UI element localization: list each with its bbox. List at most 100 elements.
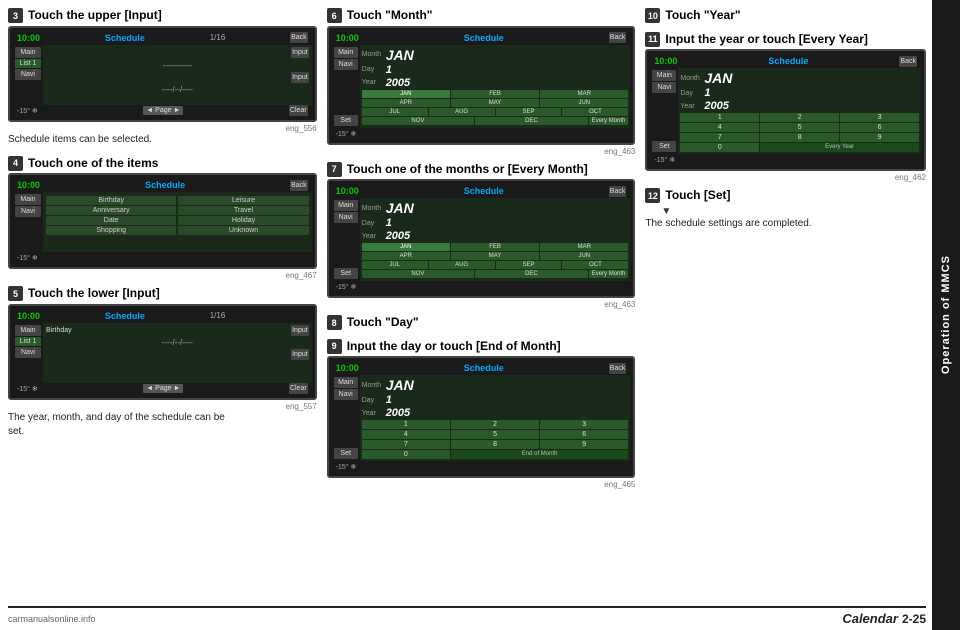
step-11-num-1[interactable]: 1 — [680, 113, 759, 122]
step-4-item-anniversary[interactable]: Anniversary — [46, 206, 176, 215]
step-3-navi-btn[interactable]: Navi — [15, 69, 41, 80]
step-6-screen: 10:00 Schedule Back Main Navi Set — [327, 26, 636, 145]
step-4-item-leisure[interactable]: Leisure — [178, 196, 308, 205]
step-11-num-0[interactable]: 0 — [680, 143, 759, 152]
step-9-num-8[interactable]: 8 — [451, 440, 539, 449]
step-4-item-date[interactable]: Date — [46, 216, 176, 225]
step-6-back-btn[interactable]: Back — [609, 32, 627, 43]
step-11-back-btn[interactable]: Back — [899, 56, 917, 67]
step-6-sep-btn[interactable]: SEP — [496, 108, 562, 116]
step-7-sep-btn[interactable]: SEP — [496, 261, 562, 269]
step-11-main-btn[interactable]: Main — [652, 70, 676, 81]
step-11-num-7[interactable]: 7 — [680, 133, 759, 142]
step-11-every-year-btn[interactable]: Every Year — [760, 143, 919, 152]
step-9-main-btn[interactable]: Main — [334, 377, 358, 388]
step-9-cal-sidebar: Main Navi Set — [332, 375, 360, 461]
step-6-jun-btn[interactable]: JUN — [540, 99, 628, 107]
step-11-num-6[interactable]: 6 — [840, 123, 919, 132]
step-9-num-6[interactable]: 6 — [540, 430, 628, 439]
step-7-jan-btn[interactable]: JAN — [362, 243, 450, 251]
step-6-feb-btn[interactable]: FEB — [451, 90, 539, 98]
step-11-num-8[interactable]: 8 — [760, 133, 839, 142]
step-9-num-5[interactable]: 5 — [451, 430, 539, 439]
step-11-num-5[interactable]: 5 — [760, 123, 839, 132]
step-4-item-travel[interactable]: Travel — [178, 206, 308, 215]
step-6-oct-btn[interactable]: OCT — [562, 108, 628, 116]
step-7-feb-btn[interactable]: FEB — [451, 243, 539, 251]
step-11-num-4[interactable]: 4 — [680, 123, 759, 132]
step-7-aug-btn[interactable]: AUG — [429, 261, 495, 269]
step-3-input1-btn[interactable]: Input — [291, 47, 309, 58]
step-7-set-btn[interactable]: Set — [334, 268, 358, 279]
step-9-num-0[interactable]: 0 — [362, 450, 450, 459]
step-6-day-value[interactable]: 1 — [386, 64, 400, 76]
step-6-year-value[interactable]: 2005 — [386, 77, 410, 89]
step-5-navi-btn[interactable]: Navi — [15, 347, 41, 358]
step-3-input2-btn[interactable]: Input — [291, 72, 309, 83]
step-9-num-7[interactable]: 7 — [362, 440, 450, 449]
step-7-oct-btn[interactable]: OCT — [562, 261, 628, 269]
step-11-num-2[interactable]: 2 — [760, 113, 839, 122]
step-6-apr-btn[interactable]: APR — [362, 99, 450, 107]
step-7-may-btn[interactable]: MAY — [451, 252, 539, 260]
step-7-dec-btn[interactable]: DEC — [475, 270, 588, 278]
step-4-item-birthday[interactable]: Birthday — [46, 196, 176, 205]
step-4-navi-btn[interactable]: Navi — [15, 206, 41, 217]
step-7-year-value[interactable]: 2005 — [386, 230, 410, 242]
step-4-main-btn[interactable]: Main — [15, 194, 41, 205]
step-3-main-btn[interactable]: Main — [15, 47, 41, 58]
step-6-dec-btn[interactable]: DEC — [475, 117, 588, 125]
step-7-month-value[interactable]: JAN — [386, 200, 414, 216]
step-11-year-value[interactable]: 2005 — [704, 100, 728, 112]
step-5-clear-btn[interactable]: Clear — [289, 383, 308, 394]
step-7-navi-btn[interactable]: Navi — [334, 212, 358, 223]
step-5-nav-btn[interactable]: ◄ Page ► — [143, 384, 183, 393]
step-9-navi-btn[interactable]: Navi — [334, 389, 358, 400]
step-3-back-btn[interactable]: Back — [290, 32, 308, 43]
step-4-back-btn[interactable]: Back — [290, 180, 308, 191]
step-6-nov-btn[interactable]: NOV — [362, 117, 475, 125]
step-11-num-9[interactable]: 9 — [840, 133, 919, 142]
step-6-jul-btn[interactable]: JUL — [362, 108, 428, 116]
step-5-input2-btn[interactable]: Input — [291, 349, 309, 360]
step-3-nav-btn[interactable]: ◄ Page ► — [143, 106, 183, 115]
step-4-item-shopping[interactable]: Shopping — [46, 226, 176, 235]
step-6-month-value[interactable]: JAN — [386, 47, 414, 63]
step-9-num-1[interactable]: 1 — [362, 420, 450, 429]
step-6-may-btn[interactable]: MAY — [451, 99, 539, 107]
step-9-end-of-month-btn[interactable]: End of Month — [451, 450, 628, 459]
step-7-every-month-btn[interactable]: Every Month — [589, 270, 629, 278]
step-9-num-2[interactable]: 2 — [451, 420, 539, 429]
step-6-navi-btn[interactable]: Navi — [334, 59, 358, 70]
step-6-aug-btn[interactable]: AUG — [429, 108, 495, 116]
step-7-nov-btn[interactable]: NOV — [362, 270, 475, 278]
step-6-main-btn[interactable]: Main — [334, 47, 358, 58]
step-5-body: Main List 1 Navi Birthday Input ----/--/… — [13, 323, 312, 383]
step-9-back-btn[interactable]: Back — [609, 363, 627, 374]
step-5-main-btn[interactable]: Main — [15, 325, 41, 336]
step-11-set-btn[interactable]: Set — [652, 141, 676, 152]
step-7-back-btn[interactable]: Back — [609, 186, 627, 197]
step-5-title: Touch the lower [Input] — [28, 286, 160, 302]
step-11-navi-btn[interactable]: Navi — [652, 82, 676, 93]
step-6-every-month-btn[interactable]: Every Month — [589, 117, 629, 125]
step-6-mar-btn[interactable]: MAR — [540, 90, 628, 98]
step-6-set-btn[interactable]: Set — [334, 115, 358, 126]
step-3-clear-btn[interactable]: Clear — [289, 105, 308, 116]
step-9-num-4[interactable]: 4 — [362, 430, 450, 439]
step-7-main-btn[interactable]: Main — [334, 200, 358, 211]
step-4-item-holiday[interactable]: Holiday — [178, 216, 308, 225]
step-9-day-value[interactable]: 1 — [386, 394, 400, 406]
step-6-jan-btn[interactable]: JAN — [362, 90, 450, 98]
step-5-input1-btn[interactable]: Input — [291, 325, 309, 336]
step-7-apr-btn[interactable]: APR — [362, 252, 450, 260]
step-9-num-9[interactable]: 9 — [540, 440, 628, 449]
step-9-num-3[interactable]: 3 — [540, 420, 628, 429]
step-7-mar-btn[interactable]: MAR — [540, 243, 628, 251]
step-4-item-unknown[interactable]: Unknown — [178, 226, 308, 235]
step-7-jul-btn[interactable]: JUL — [362, 261, 428, 269]
step-9-set-btn[interactable]: Set — [334, 448, 358, 459]
step-7-jun-btn[interactable]: JUN — [540, 252, 628, 260]
step-7-day-value[interactable]: 1 — [386, 217, 400, 229]
step-11-num-3[interactable]: 3 — [840, 113, 919, 122]
